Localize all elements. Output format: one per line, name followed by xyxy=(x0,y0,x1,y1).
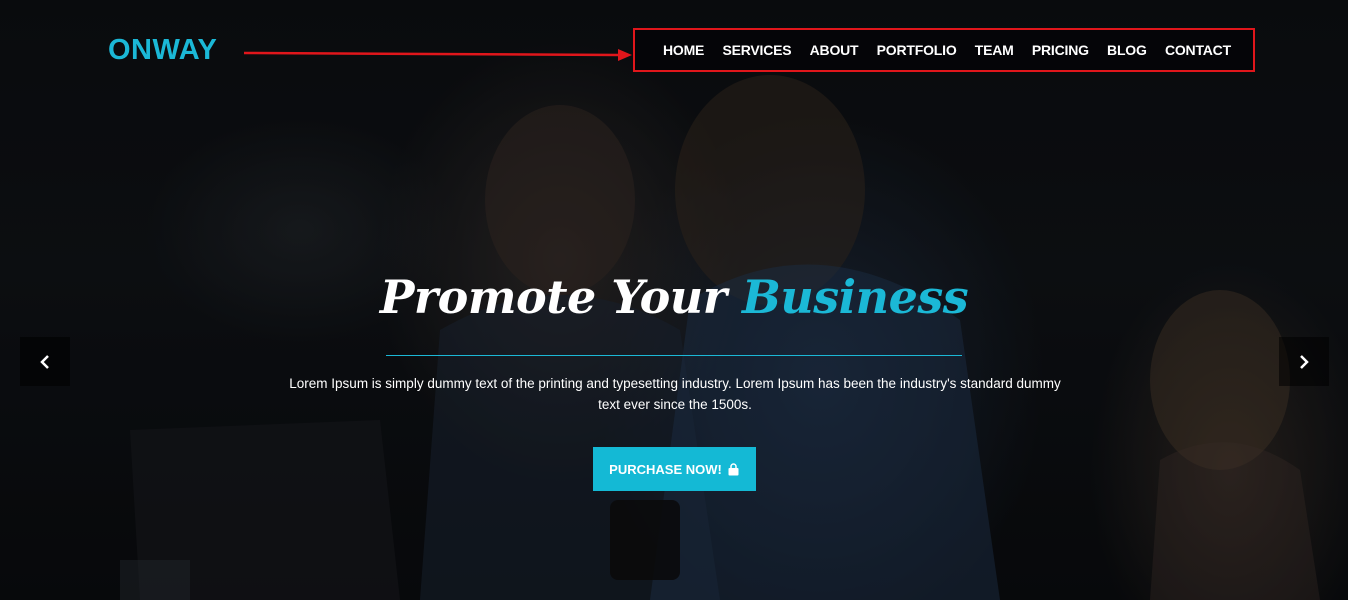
nav-item-team[interactable]: TEAM xyxy=(975,42,1014,58)
nav-item-pricing[interactable]: PRICING xyxy=(1032,42,1089,58)
brand-logo[interactable]: ONWAY xyxy=(108,34,217,67)
main-navigation: HOME SERVICES ABOUT PORTFOLIO TEAM PRICI… xyxy=(633,28,1255,72)
headline-main: Promote Your xyxy=(379,270,727,324)
nav-item-home[interactable]: HOME xyxy=(663,42,704,58)
slider-prev-button[interactable] xyxy=(20,337,70,386)
hero-description: Lorem Ipsum is simply dummy text of the … xyxy=(289,376,1061,412)
nav-item-blog[interactable]: BLOG xyxy=(1107,42,1147,58)
purchase-now-button[interactable]: PURCHASE NOW! xyxy=(593,447,756,491)
chevron-left-icon xyxy=(40,354,49,369)
nav-item-about[interactable]: ABOUT xyxy=(810,42,859,58)
nav-item-services[interactable]: SERVICES xyxy=(722,42,791,58)
headline-accent: Business xyxy=(741,270,969,324)
hero-section: ONWAY HOME SERVICES ABOUT PORTFOLIO TEAM… xyxy=(0,0,1348,600)
annotation-arrow xyxy=(244,49,632,61)
chevron-right-icon xyxy=(1300,354,1309,369)
nav-item-contact[interactable]: CONTACT xyxy=(1165,42,1231,58)
purchase-now-label: PURCHASE NOW! xyxy=(609,461,722,477)
headline-divider xyxy=(386,355,962,356)
hero-headline: Promote Your Business xyxy=(0,270,1348,324)
shopping-bag-icon xyxy=(728,462,739,475)
nav-item-portfolio[interactable]: PORTFOLIO xyxy=(877,42,957,58)
slider-next-button[interactable] xyxy=(1279,337,1329,386)
